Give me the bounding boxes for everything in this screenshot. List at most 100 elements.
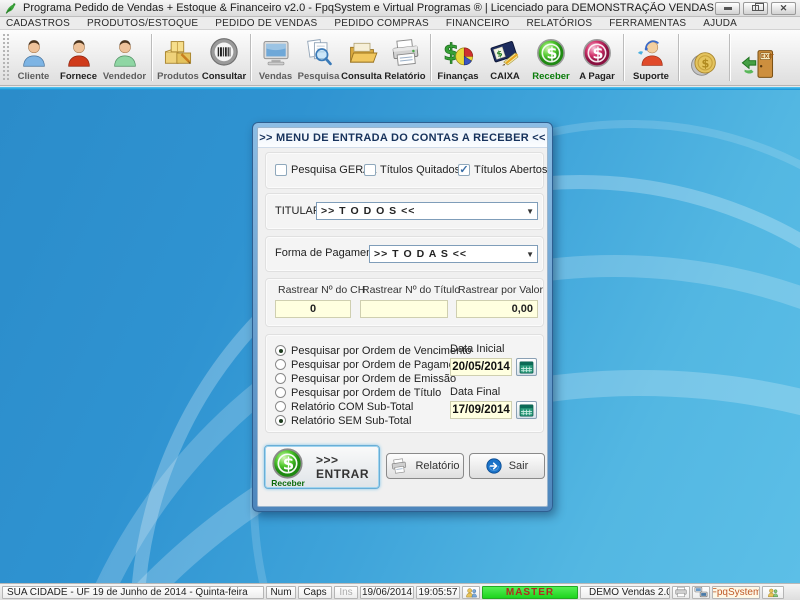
entrar-button-label: >>> ENTRAR: [316, 453, 379, 481]
titular-dropdown[interactable]: >> T O D O S << ▼: [316, 202, 538, 220]
rastrear-valor-label: Rastrear por Valor: [458, 284, 543, 296]
toolbar-pesquisa-button[interactable]: Pesquisa: [297, 31, 340, 84]
printer-icon: [389, 35, 421, 71]
toolbar-receber-label: Receber: [532, 71, 570, 82]
svg-text:$: $: [702, 56, 710, 70]
svg-text:$: $: [283, 454, 294, 473]
toolbar-separator: [151, 34, 152, 81]
radio-ordem-pagamento[interactable]: Pesquisar por Ordem de Pagamento: [275, 358, 470, 371]
status-app-version: DEMO Vendas 2.0: [580, 586, 670, 599]
receive-dollar-icon: $: [535, 35, 567, 71]
rastrear-valor-field[interactable]: 0,00: [456, 300, 538, 318]
radio-ordem-vencimento[interactable]: Pesquisar por Ordem de Vencimento: [275, 344, 471, 357]
barcode-icon: [208, 35, 240, 71]
sair-button[interactable]: Sair: [469, 453, 545, 479]
pesquisa-geral-checkbox[interactable]: ✓ Pesquisa GERAL: [275, 164, 377, 176]
titular-group: TITULAR >> T O D O S << ▼: [265, 193, 544, 230]
pagamento-group: Forma de Pagamento >> T O D A S << ▼: [265, 236, 544, 272]
toolbar-vendas-label: Vendas: [259, 71, 292, 82]
users-icon: [465, 587, 478, 598]
printer-small-icon: [674, 586, 688, 598]
data-final-calendar-button[interactable]: [516, 401, 537, 419]
titular-label: TITULAR: [275, 205, 321, 217]
menu-ferramentas[interactable]: FERRAMENTAS: [609, 18, 695, 29]
menu-financeiro[interactable]: FINANCEIRO: [446, 18, 519, 29]
entrar-icon-caption: Receber: [268, 478, 308, 488]
status-insert: Ins: [334, 586, 358, 599]
radio-ordem-titulo[interactable]: Pesquisar por Ordem de Título: [275, 386, 441, 399]
svg-text:$: $: [546, 44, 557, 63]
sair-button-label: Sair: [509, 460, 529, 472]
toolbar-suporte-label: Suporte: [633, 71, 669, 82]
status-printer-segment: [672, 586, 690, 599]
toolbar-cliente-button[interactable]: Cliente: [11, 31, 56, 84]
status-user-badge: MASTER: [482, 586, 578, 599]
data-final-field[interactable]: 17/09/2014: [450, 401, 512, 419]
menu-pedido-compras[interactable]: PEDIDO COMPRAS: [334, 18, 437, 29]
pagamento-label: Forma de Pagamento: [275, 247, 381, 259]
status-people-segment: [762, 586, 784, 599]
exit-door-icon: EXIT: [739, 46, 777, 82]
radio-relatorio-sem-subtotal[interactable]: Relatório SEM Sub-Total: [275, 414, 411, 427]
toolbar-relatorio-label: Relatório: [384, 71, 425, 82]
toolbar-vendedor-label: Vendedor: [103, 71, 146, 82]
data-inicial-field[interactable]: 20/05/2014: [450, 358, 512, 376]
users-icon: [767, 587, 779, 598]
pagamento-dropdown[interactable]: >> T O D A S << ▼: [369, 245, 538, 263]
data-inicial-label: Data Inicial: [450, 343, 504, 355]
chevron-down-icon: ▼: [526, 250, 534, 259]
toolbar-separator: [678, 34, 679, 81]
toolbar-fornece-button[interactable]: Fornece: [56, 31, 101, 84]
pay-dollar-icon: $: [581, 35, 613, 71]
entrar-button[interactable]: $ Receber >>> ENTRAR: [264, 445, 380, 489]
checkbox-group: ✓ Pesquisa GERAL ✓ Títulos Quitados ✓ Tí…: [265, 152, 544, 189]
finance-pie-icon: $: [441, 35, 475, 71]
rastrear-ch-field[interactable]: 0: [275, 300, 351, 318]
toolbar-produtos-button[interactable]: Produtos: [155, 31, 201, 84]
radio-ordem-emissao[interactable]: Pesquisar por Ordem de Emissão: [275, 372, 456, 385]
titulos-abertos-checkbox[interactable]: ✓ Títulos Abertos: [458, 164, 547, 176]
checkbox-box[interactable]: ✓: [364, 164, 376, 176]
toolbar-suporte-button[interactable]: Suporte: [627, 31, 675, 84]
toolbar-financas-button[interactable]: $ Finanças: [434, 31, 482, 84]
toolbar-caixa-button[interactable]: $ CAIXA: [482, 31, 528, 84]
titulos-quitados-checkbox[interactable]: ✓ Títulos Quitados: [364, 164, 460, 176]
rastrear-titulo-field[interactable]: [360, 300, 448, 318]
relatorio-button[interactable]: Relatório: [386, 453, 464, 479]
menu-cadastros[interactable]: CADASTROS: [6, 18, 79, 29]
restore-button[interactable]: [743, 2, 768, 15]
radio-relatorio-com-subtotal[interactable]: Relatório COM Sub-Total: [275, 400, 413, 413]
supplier-person-icon: [64, 35, 94, 71]
status-brand: FpqSystem: [712, 586, 760, 599]
toolbar-consulta-label: Consulta: [341, 71, 382, 82]
menu-bar: CADASTROS PRODUTOS/ESTOQUE PEDIDO DE VEN…: [0, 17, 800, 30]
checkbox-box[interactable]: ✓: [275, 164, 287, 176]
receber-dollar-icon: $: [271, 447, 304, 480]
toolbar-consultar-button[interactable]: Consultar: [201, 31, 247, 84]
menu-relatorios[interactable]: RELATÓRIOS: [527, 18, 602, 29]
toolbar-exit-button[interactable]: EXIT: [733, 31, 783, 84]
toolbar-vendas-button[interactable]: Vendas: [254, 31, 297, 84]
close-button[interactable]: ✕: [771, 2, 796, 15]
checkbox-box[interactable]: ✓: [458, 164, 470, 176]
toolbar-receber-button[interactable]: $ Receber: [528, 31, 574, 84]
contas-a-receber-dialog: >> MENU DE ENTRADA DO CONTAS A RECEBER <…: [252, 122, 553, 512]
minimize-button[interactable]: [715, 2, 740, 15]
menu-pedido-de-vendas[interactable]: PEDIDO DE VENDAS: [215, 18, 326, 29]
menu-produtos-estoque[interactable]: PRODUTOS/ESTOQUE: [87, 18, 207, 29]
menu-ajuda[interactable]: AJUDA: [703, 18, 746, 29]
toolbar-coin-button[interactable]: $: [682, 31, 726, 84]
status-network-segment: [692, 586, 710, 599]
toolbar-vendedor-button[interactable]: Vendedor: [101, 31, 148, 84]
title-bar: Programa Pedido de Vendas + Estoque & Fi…: [0, 0, 800, 17]
toolbar-consulta-button[interactable]: Consulta: [340, 31, 383, 84]
rastrear-ch-label: Rastrear Nº do CH: [278, 284, 365, 296]
toolbar-financas-label: Finanças: [437, 71, 478, 82]
toolbar-relatorio-button[interactable]: Relatório: [383, 31, 427, 84]
status-date: 19/06/2014: [360, 586, 414, 599]
products-boxes-icon: [162, 35, 194, 71]
data-inicial-calendar-button[interactable]: [516, 358, 537, 376]
toolbar-apagar-button[interactable]: $ A Pagar: [574, 31, 620, 84]
calendar-icon: [519, 404, 534, 417]
toolbar-separator: [623, 34, 624, 81]
